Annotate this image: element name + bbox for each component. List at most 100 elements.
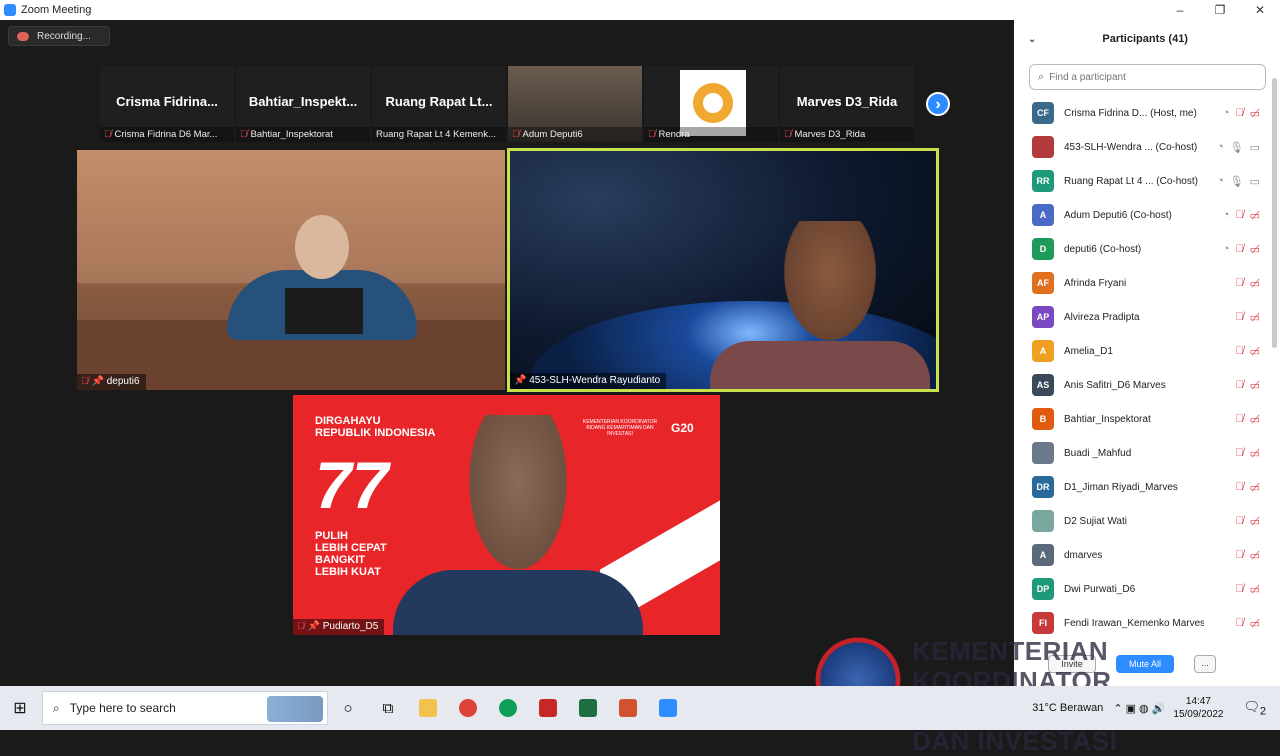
avatar: A (1032, 204, 1054, 226)
participant-name: Bahtiar_Inspektorat (1064, 413, 1151, 425)
camera-off-icon[interactable]: ▭̸ (1250, 243, 1260, 256)
mic-muted-icon[interactable]: 🎙̸ (1235, 583, 1243, 595)
participant-search-input[interactable]: ⌕ Find a participant (1029, 64, 1266, 90)
close-button[interactable]: ✕ (1240, 0, 1280, 20)
mic-muted-icon[interactable]: 🎙̸ (1235, 209, 1243, 221)
video-tile-active-speaker[interactable]: 📌 453-SLH-Wendra Rayudianto (507, 148, 939, 392)
recording-status-icon: ◔ (1216, 141, 1224, 153)
avatar: A (1032, 340, 1054, 362)
thumbnail-display-name: Marves D3_Rida (796, 94, 898, 109)
mic-muted-icon[interactable]: 🎙̸ (1235, 379, 1243, 391)
participant-row[interactable]: A Amelia_D1 🎙̸ ▭̸ (1014, 334, 1280, 368)
camera-off-icon[interactable]: ▭̸ (1250, 617, 1260, 630)
camera-icon[interactable]: ▭ (1250, 141, 1260, 154)
minimize-button[interactable]: – (1160, 0, 1200, 20)
zoom-icon[interactable] (648, 686, 688, 730)
mic-muted-icon[interactable]: 🎙̸ (1235, 617, 1243, 629)
camera-off-icon[interactable]: ▭̸ (1250, 413, 1260, 426)
notification-icon[interactable]: 🗨2 (1243, 699, 1266, 718)
participant-row[interactable]: Ddeputi6 (Co-host) ◔ 🎙̸ ▭̸ (1014, 232, 1280, 266)
thumbnail-name: Ruang Rapat Lt 4 Kemenk... (376, 129, 496, 140)
avatar: FI (1032, 612, 1054, 634)
chrome-profile-icon[interactable] (488, 686, 528, 730)
camera-off-icon[interactable]: ▭̸ (1250, 311, 1260, 324)
mic-muted-icon[interactable]: 🎙̸ (1235, 515, 1243, 527)
thumbnail-tile[interactable]: 🎙̸ Rendra (644, 66, 778, 142)
camera-off-icon[interactable]: ▭̸ (1250, 379, 1260, 392)
thumbnail-display-name: Ruang Rapat Lt... (385, 94, 493, 109)
camera-off-icon[interactable]: ▭̸ (1250, 583, 1260, 596)
participant-row[interactable]: 453-SLH-Wendra ... (Co-host) ◔ 🎙 ▭ (1014, 130, 1280, 164)
mic-muted-icon[interactable]: 🎙̸ (1235, 413, 1243, 425)
mic-muted-icon[interactable]: 🎙̸ (1235, 447, 1243, 459)
mic-muted-icon[interactable]: 🎙̸ (1235, 311, 1243, 323)
thumbnail-display-name: Crisma Fidrina... (116, 94, 218, 109)
taskbar-clock[interactable]: 14:47 15/09/2022 (1173, 695, 1223, 721)
thumbnail-tile[interactable]: Crisma Fidrina... 🎙̸ Crisma Fidrina D6 Ma… (100, 66, 234, 142)
participant-row[interactable]: Buadi _Mahfud 🎙̸ ▭̸ (1014, 436, 1280, 470)
cortana-icon[interactable]: ○ (328, 686, 368, 730)
camera-off-icon[interactable]: ▭̸ (1250, 107, 1260, 120)
camera-off-icon[interactable]: ▭̸ (1250, 481, 1260, 494)
scrollbar[interactable] (1272, 78, 1277, 348)
camera-off-icon[interactable]: ▭̸ (1250, 447, 1260, 460)
video-tile-deputi6[interactable]: 🎙̸ 📌 deputi6 (77, 150, 505, 390)
camera-off-icon[interactable]: ▭̸ (1250, 345, 1260, 358)
panel-title: Participants (41) (1102, 33, 1188, 45)
banner-text: DIRGAHAYU (315, 415, 381, 427)
avatar (1032, 510, 1054, 532)
excel-icon[interactable] (568, 686, 608, 730)
invite-button[interactable]: Invite (1048, 655, 1096, 673)
mic-muted-icon[interactable]: 🎙̸ (1235, 345, 1243, 357)
participant-row[interactable]: A Adum Deputi6 (Co-host) ◔ 🎙̸ ▭̸ (1014, 198, 1280, 232)
chevron-down-icon[interactable]: ⌄ (1028, 34, 1036, 45)
participant-row[interactable]: DR D1_Jiman Riyadi_Marves 🎙̸ ▭̸ (1014, 470, 1280, 504)
camera-icon[interactable]: ▭ (1250, 175, 1260, 188)
banner-77: 77 (315, 448, 389, 522)
windows-taskbar: ⊞ ⌕ Type here to search ○ ⧉ 31°C Berawan… (0, 686, 1280, 730)
thumbnail-tile[interactable]: Marves D3_Rida 🎙̸ Marves D3_Rida (780, 66, 914, 142)
next-page-icon[interactable]: › (926, 92, 950, 116)
participant-row[interactable]: CF Crisma Fidrina D... (Host, me) ◔ 🎙̸ ▭̸ (1014, 96, 1280, 130)
task-view-icon[interactable]: ⧉ (368, 686, 408, 730)
participant-row[interactable]: B Bahtiar_Inspektorat 🎙̸ ▭̸ (1014, 402, 1280, 436)
mic-muted-icon[interactable]: 🎙̸ (1235, 549, 1243, 561)
participant-row[interactable]: AS Anis Safitri_D6 Marves 🎙̸ ▭̸ (1014, 368, 1280, 402)
thumbnail-tile[interactable]: 🎙̸ Adum Deputi6 (508, 66, 642, 142)
windows-start-icon[interactable]: ⊞ (0, 686, 40, 730)
weather-widget[interactable]: 31°C Berawan (1032, 702, 1103, 714)
participant-name: D1_Jiman Riyadi_Marves (1064, 481, 1178, 493)
participant-row[interactable]: Admarves 🎙̸ ▭̸ (1014, 538, 1280, 572)
participant-row[interactable]: FI Fendi Irawan_Kemenko Marves 🎙̸ ▭̸ (1014, 606, 1280, 640)
maximize-button[interactable]: ❐ (1200, 0, 1240, 20)
more-button[interactable]: ... (1194, 655, 1216, 673)
camera-off-icon[interactable]: ▭̸ (1250, 277, 1260, 290)
taskbar-search-input[interactable]: ⌕ Type here to search (42, 691, 328, 725)
pdf-icon[interactable] (528, 686, 568, 730)
participant-row[interactable]: AP Alvireza Pradipta 🎙̸ ▭̸ (1014, 300, 1280, 334)
file-explorer-icon[interactable] (408, 686, 448, 730)
participant-row[interactable]: AF Afrinda Fryani 🎙̸ ▭̸ (1014, 266, 1280, 300)
avatar: DR (1032, 476, 1054, 498)
mic-muted-icon[interactable]: 🎙̸ (1235, 481, 1243, 493)
camera-off-icon[interactable]: ▭̸ (1250, 515, 1260, 528)
powerpoint-icon[interactable] (608, 686, 648, 730)
mic-icon[interactable]: 🎙 (1230, 175, 1244, 188)
mic-muted-icon[interactable]: 🎙̸ (1235, 243, 1243, 255)
thumbnail-tile[interactable]: Ruang Rapat Lt... Ruang Rapat Lt 4 Kemen… (372, 66, 506, 142)
thumbnail-tile[interactable]: Bahtiar_Inspekt... 🎙̸ Bahtiar_Inspektorat (236, 66, 370, 142)
mic-muted-icon[interactable]: 🎙̸ (1235, 277, 1243, 289)
recording-indicator[interactable]: Recording... (8, 26, 110, 46)
mic-icon[interactable]: 🎙 (1230, 141, 1244, 154)
tray-icons[interactable]: ⌃ ▣ ◍ 🔊 (1113, 702, 1165, 715)
camera-off-icon[interactable]: ▭̸ (1250, 549, 1260, 562)
participant-row[interactable]: RR Ruang Rapat Lt 4 ... (Co-host) ◔ 🎙 ▭ (1014, 164, 1280, 198)
chrome-icon[interactable] (448, 686, 488, 730)
mute-all-button[interactable]: Mute All (1116, 655, 1174, 673)
video-tile-pudiarto[interactable]: DIRGAHAYU REPUBLIK INDONESIA 77 PULIH LEB… (293, 395, 720, 635)
avatar: AF (1032, 272, 1054, 294)
participant-row[interactable]: DP Dwi Purwati_D6 🎙̸ ▭̸ (1014, 572, 1280, 606)
participant-row[interactable]: D2 Sujiat Wati 🎙̸ ▭̸ (1014, 504, 1280, 538)
camera-off-icon[interactable]: ▭̸ (1250, 209, 1260, 222)
mic-muted-icon[interactable]: 🎙̸ (1235, 107, 1243, 119)
